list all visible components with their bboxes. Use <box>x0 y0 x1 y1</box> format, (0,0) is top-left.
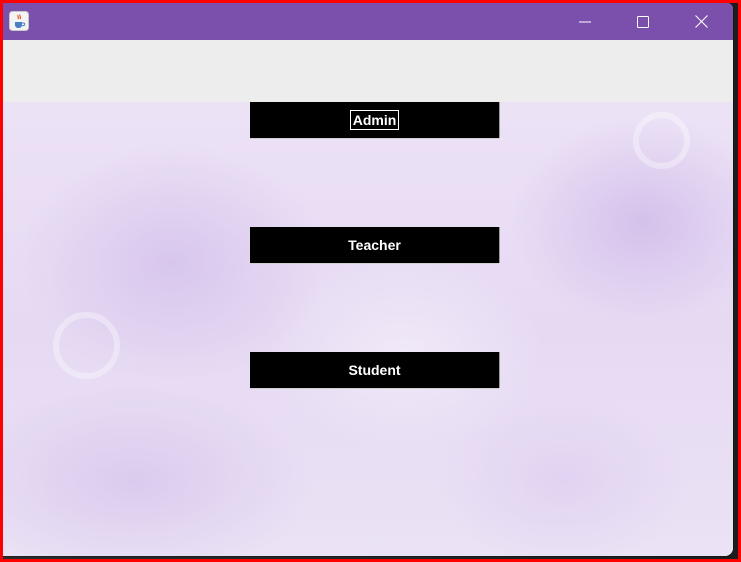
teacher-button-label: Teacher <box>348 237 401 253</box>
close-button[interactable] <box>672 3 730 40</box>
teacher-button[interactable]: Teacher <box>250 227 499 263</box>
minimize-button[interactable] <box>556 3 614 40</box>
close-icon <box>694 15 708 28</box>
java-cup-icon <box>9 11 29 31</box>
admin-button[interactable]: Admin <box>250 102 499 138</box>
app-window: Admin Teacher Student <box>3 3 733 556</box>
menu-bar-area <box>3 40 733 102</box>
content-panel: Admin Teacher Student <box>3 102 733 556</box>
student-button-label: Student <box>348 362 401 378</box>
maximize-icon <box>637 15 649 28</box>
admin-button-label: Admin <box>349 110 400 130</box>
watermark-circle <box>53 312 120 379</box>
watermark-circle <box>633 112 690 169</box>
maximize-button[interactable] <box>614 3 672 40</box>
student-button[interactable]: Student <box>250 352 499 388</box>
title-bar[interactable] <box>3 3 733 40</box>
minimize-icon <box>579 21 591 22</box>
